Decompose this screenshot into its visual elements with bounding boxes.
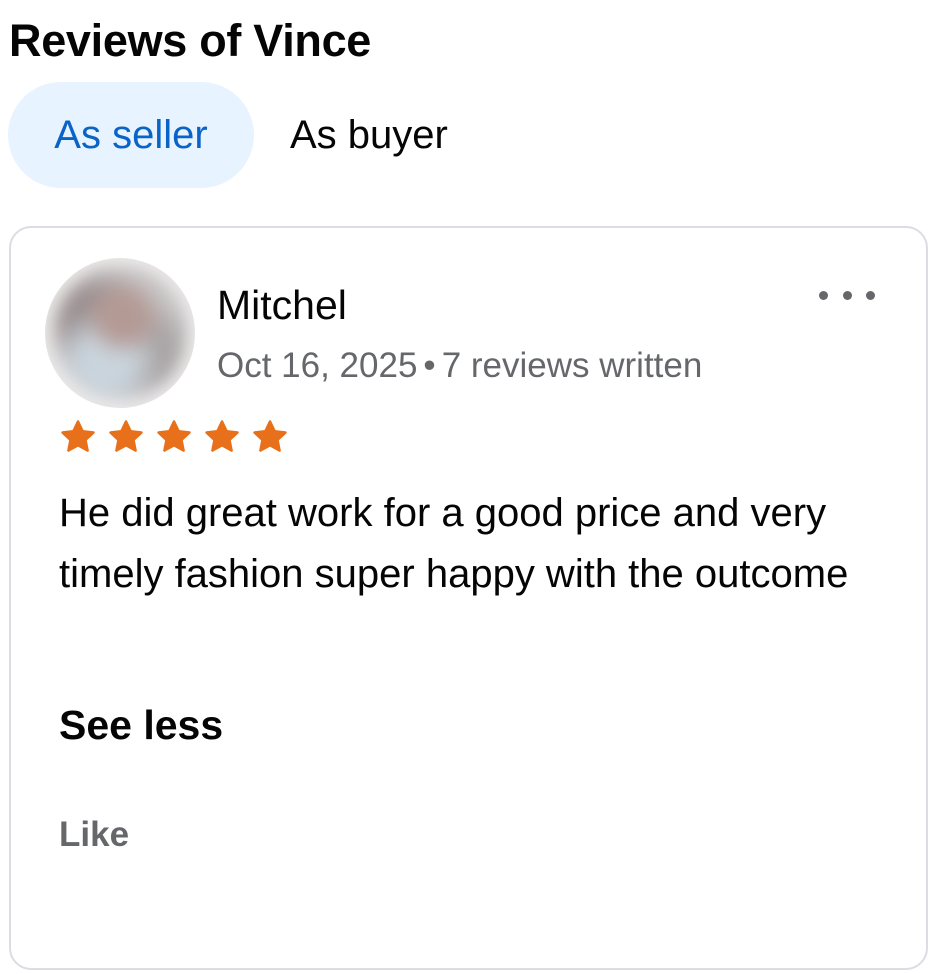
review-meta: Oct 16, 2025 • 7 reviews written xyxy=(217,346,702,386)
avatar-image xyxy=(53,266,187,400)
more-dot xyxy=(842,290,852,300)
more-options-icon[interactable] xyxy=(819,280,875,310)
star-icon xyxy=(61,420,95,452)
review-text: He did great work for a good price and v… xyxy=(59,491,849,596)
more-dot xyxy=(819,290,828,300)
star-icon xyxy=(205,420,239,452)
more-dot xyxy=(866,290,875,300)
tab-as-seller[interactable]: As seller xyxy=(8,82,254,188)
review-tabs: As seller As buyer xyxy=(8,82,472,188)
star-icon xyxy=(109,420,143,452)
star-rating xyxy=(59,418,299,456)
review-date: Oct 16, 2025 xyxy=(217,346,418,385)
meta-separator: • xyxy=(423,346,436,385)
reviewer-name[interactable]: Mitchel xyxy=(217,282,347,329)
review-card: Mitchel Oct 16, 2025 • 7 reviews written H… xyxy=(9,226,928,970)
see-less-button[interactable]: See less xyxy=(59,702,223,749)
reviews-written-count: 7 reviews written xyxy=(441,346,703,385)
star-icon xyxy=(253,420,287,452)
like-button[interactable]: Like xyxy=(59,815,129,855)
tab-as-buyer[interactable]: As buyer xyxy=(266,82,472,188)
page-title: Reviews of Vince xyxy=(9,15,372,66)
star-icon xyxy=(157,420,191,452)
avatar[interactable] xyxy=(45,258,195,408)
